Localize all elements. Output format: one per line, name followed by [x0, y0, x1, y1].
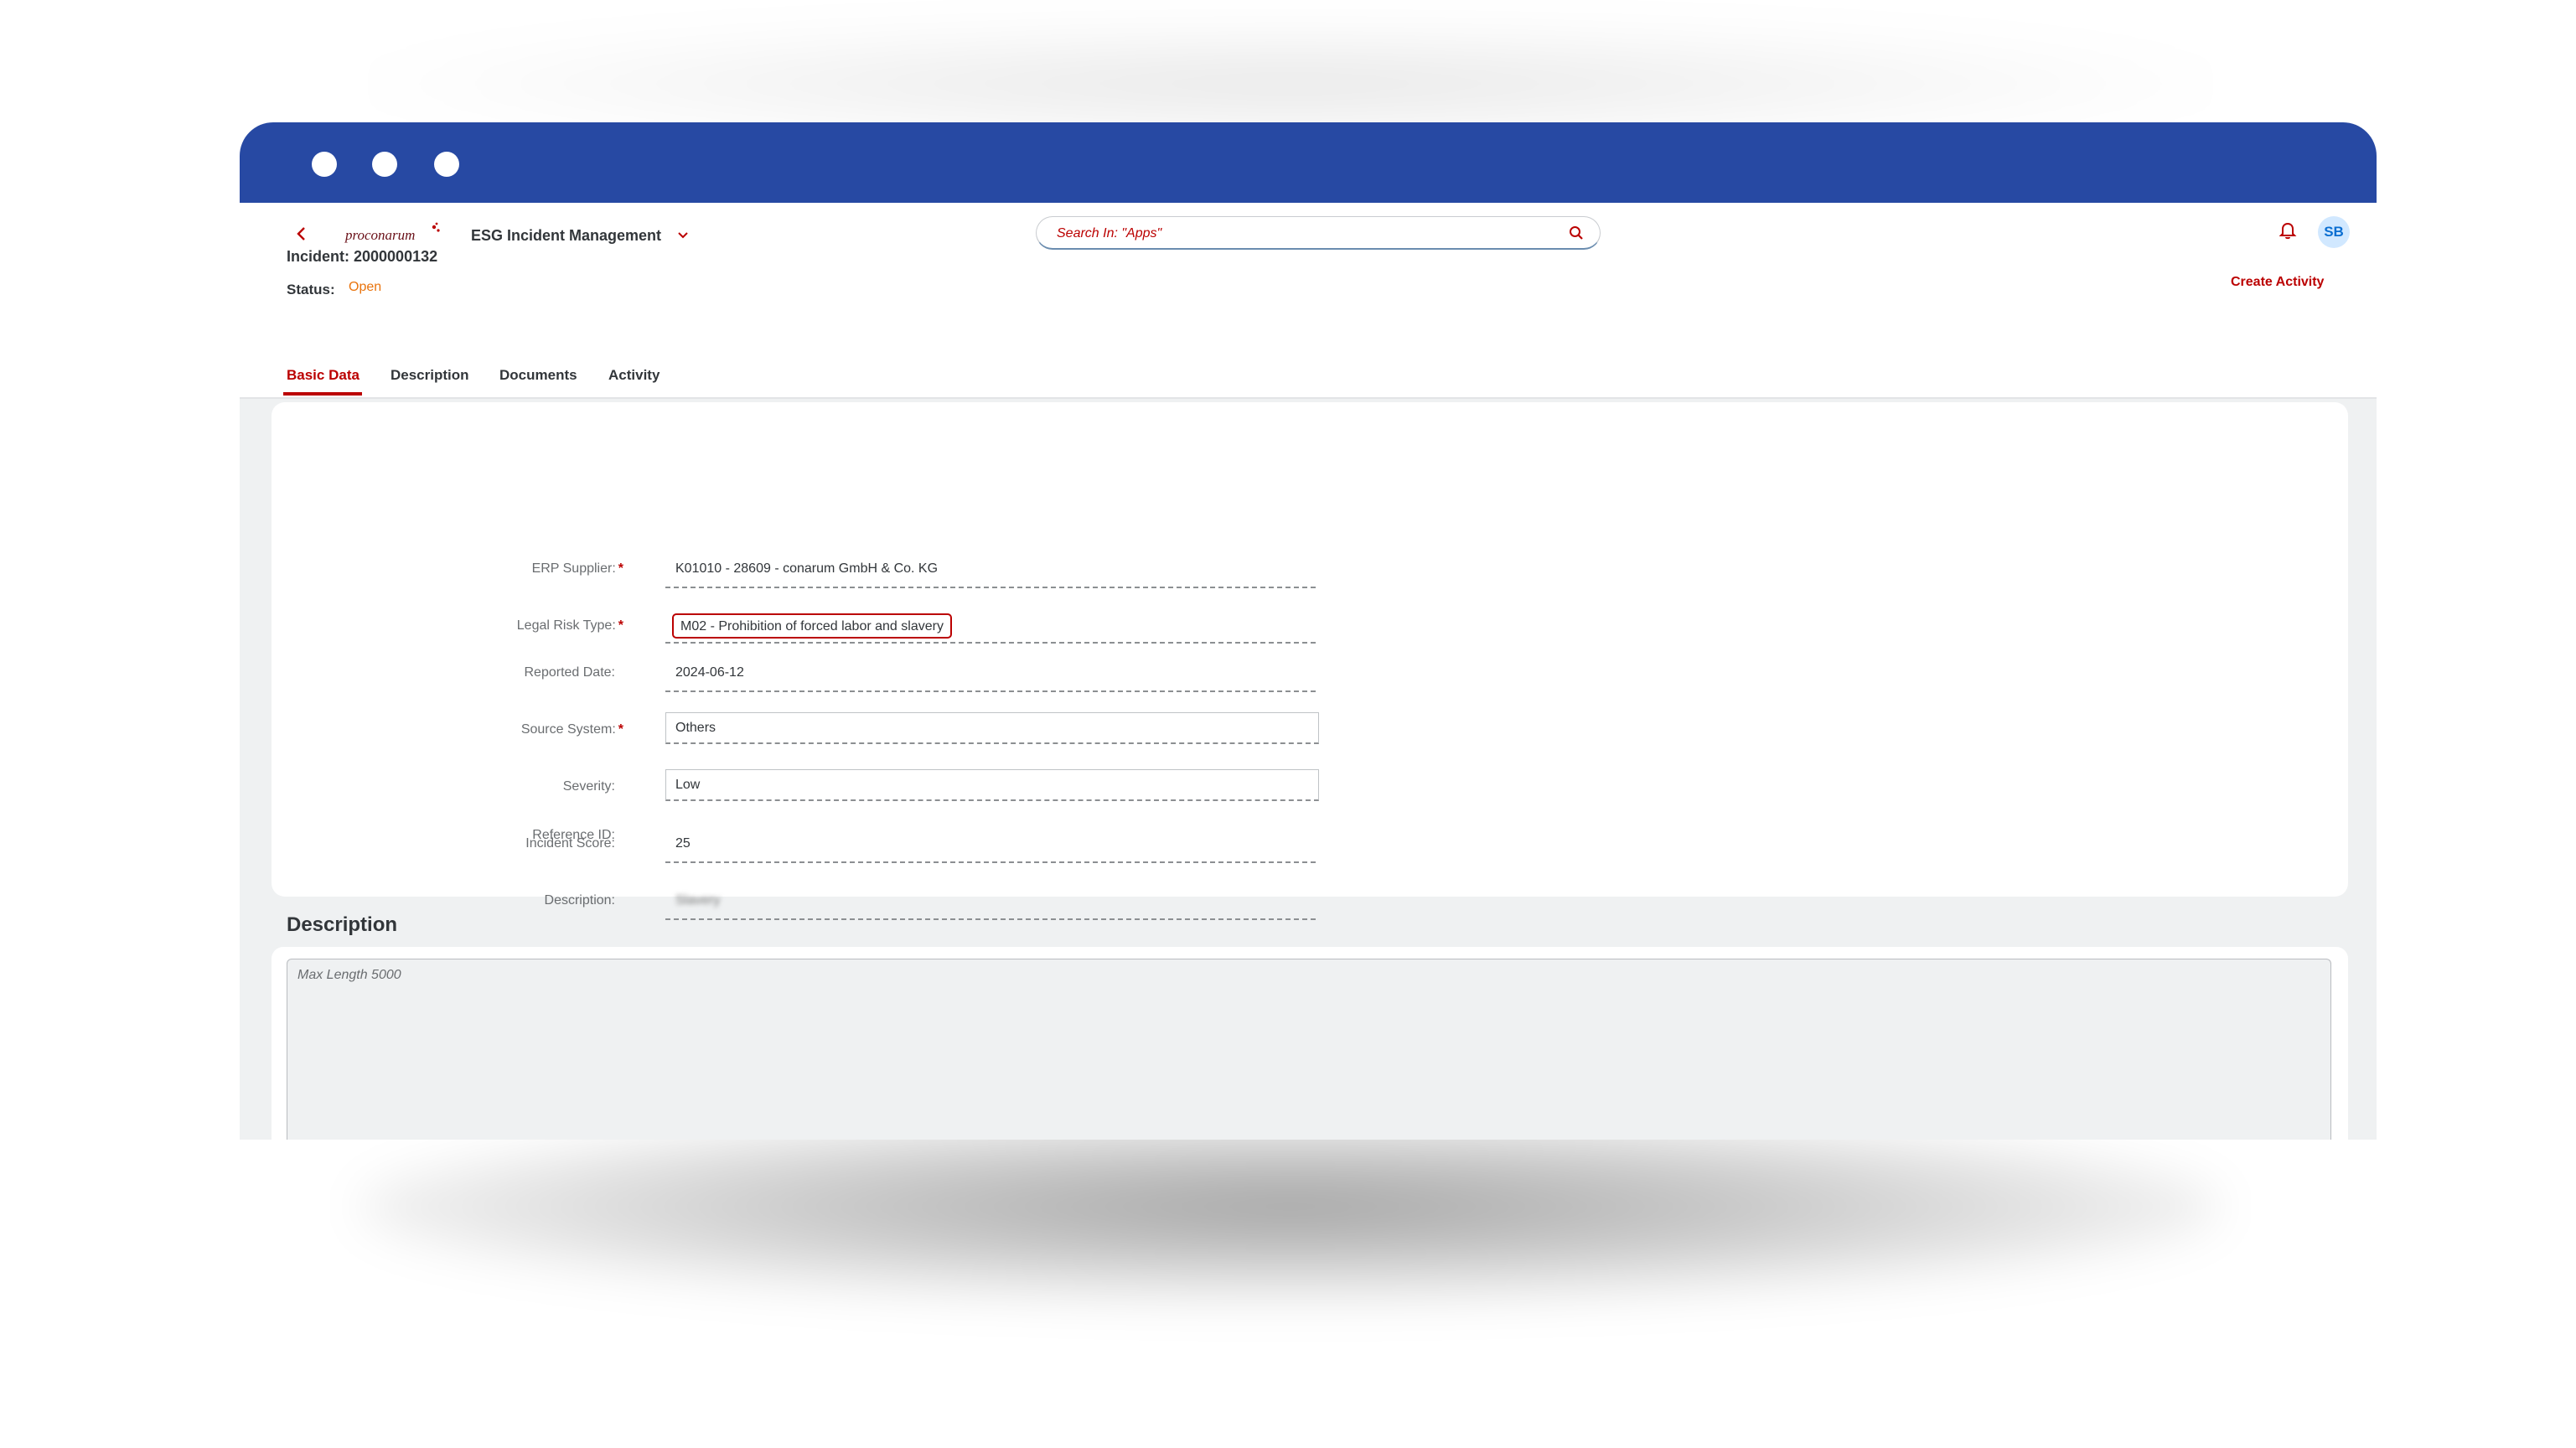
- description-section-title: Description: [287, 913, 398, 936]
- company-logo[interactable]: proconarum: [344, 220, 442, 248]
- required-indicator: *: [618, 618, 623, 633]
- window-control-dot-1[interactable]: [312, 152, 337, 177]
- erp-supplier-underline: [665, 587, 1316, 588]
- legal-risk-type-label: Legal Risk Type: *: [516, 618, 623, 633]
- window-titlebar: [240, 122, 2377, 203]
- description-textarea[interactable]: [287, 959, 2331, 1140]
- erp-supplier-value[interactable]: K01010 - 28609 - conarum GmbH & Co. KG: [675, 561, 938, 577]
- required-indicator: *: [618, 722, 623, 737]
- erp-supplier-label: ERP Supplier: *: [531, 561, 623, 576]
- incident-title: Incident: 2000000132: [287, 248, 438, 265]
- description-value[interactable]: Slavery: [675, 893, 720, 908]
- tab-basic-data[interactable]: Basic Data: [287, 357, 360, 394]
- description-panel: [272, 947, 2348, 1140]
- search-input[interactable]: [1055, 217, 1544, 251]
- chevron-down-icon[interactable]: [675, 221, 691, 250]
- window-control-dot-2[interactable]: [372, 152, 397, 177]
- reported-date-label: Reported Date:: [524, 665, 615, 680]
- required-indicator: *: [618, 561, 623, 576]
- svg-text:proconarum: proconarum: [344, 227, 415, 243]
- tab-bar: Basic Data Description Documents Activit…: [240, 357, 2377, 397]
- reported-date-value[interactable]: 2024-06-12: [675, 665, 744, 680]
- status-value: Open: [349, 280, 382, 294]
- tab-documents[interactable]: Documents: [499, 357, 577, 394]
- legal-risk-type-underline: [665, 642, 1316, 644]
- status-label: Status:: [287, 282, 335, 297]
- severity-input[interactable]: [665, 769, 1319, 801]
- severity-label: Severity:: [562, 779, 615, 794]
- source-system-input[interactable]: [665, 712, 1319, 744]
- notification-bell-icon[interactable]: [2278, 220, 2298, 241]
- tab-activity[interactable]: Activity: [608, 357, 660, 394]
- window-shadow: [360, 1114, 2221, 1299]
- reported-date-underline: [665, 690, 1316, 692]
- basic-data-card: ERP Supplier: * K01010 - 28609 - conarum …: [272, 402, 2348, 920]
- tab-description[interactable]: Description: [391, 357, 469, 394]
- source-system-label: Source System: *: [520, 722, 623, 737]
- search-icon[interactable]: [1568, 225, 1585, 241]
- legal-risk-type-token[interactable]: M02 - Prohibition of forced labor and sl…: [672, 613, 952, 639]
- app-title[interactable]: ESG Incident Management: [471, 221, 661, 250]
- source-system-value[interactable]: Others: [675, 721, 716, 736]
- back-icon[interactable]: [292, 220, 312, 248]
- description-label: Description:: [544, 893, 615, 908]
- active-tab-indicator: [283, 392, 362, 396]
- severity-value[interactable]: Low: [675, 778, 700, 793]
- search-field[interactable]: [1036, 216, 1601, 251]
- user-avatar[interactable]: SB: [2318, 216, 2350, 248]
- reference-id-label: Reference ID:: [532, 828, 615, 842]
- window-control-dot-3[interactable]: [434, 152, 459, 177]
- create-activity-button[interactable]: Create Activity: [2231, 275, 2324, 290]
- description-underline: [665, 918, 1316, 920]
- incident-score-underline: [665, 861, 1316, 863]
- app-window: proconarum ESG Incident Management SB In…: [240, 122, 2377, 1140]
- incident-score-value[interactable]: 25: [675, 836, 691, 851]
